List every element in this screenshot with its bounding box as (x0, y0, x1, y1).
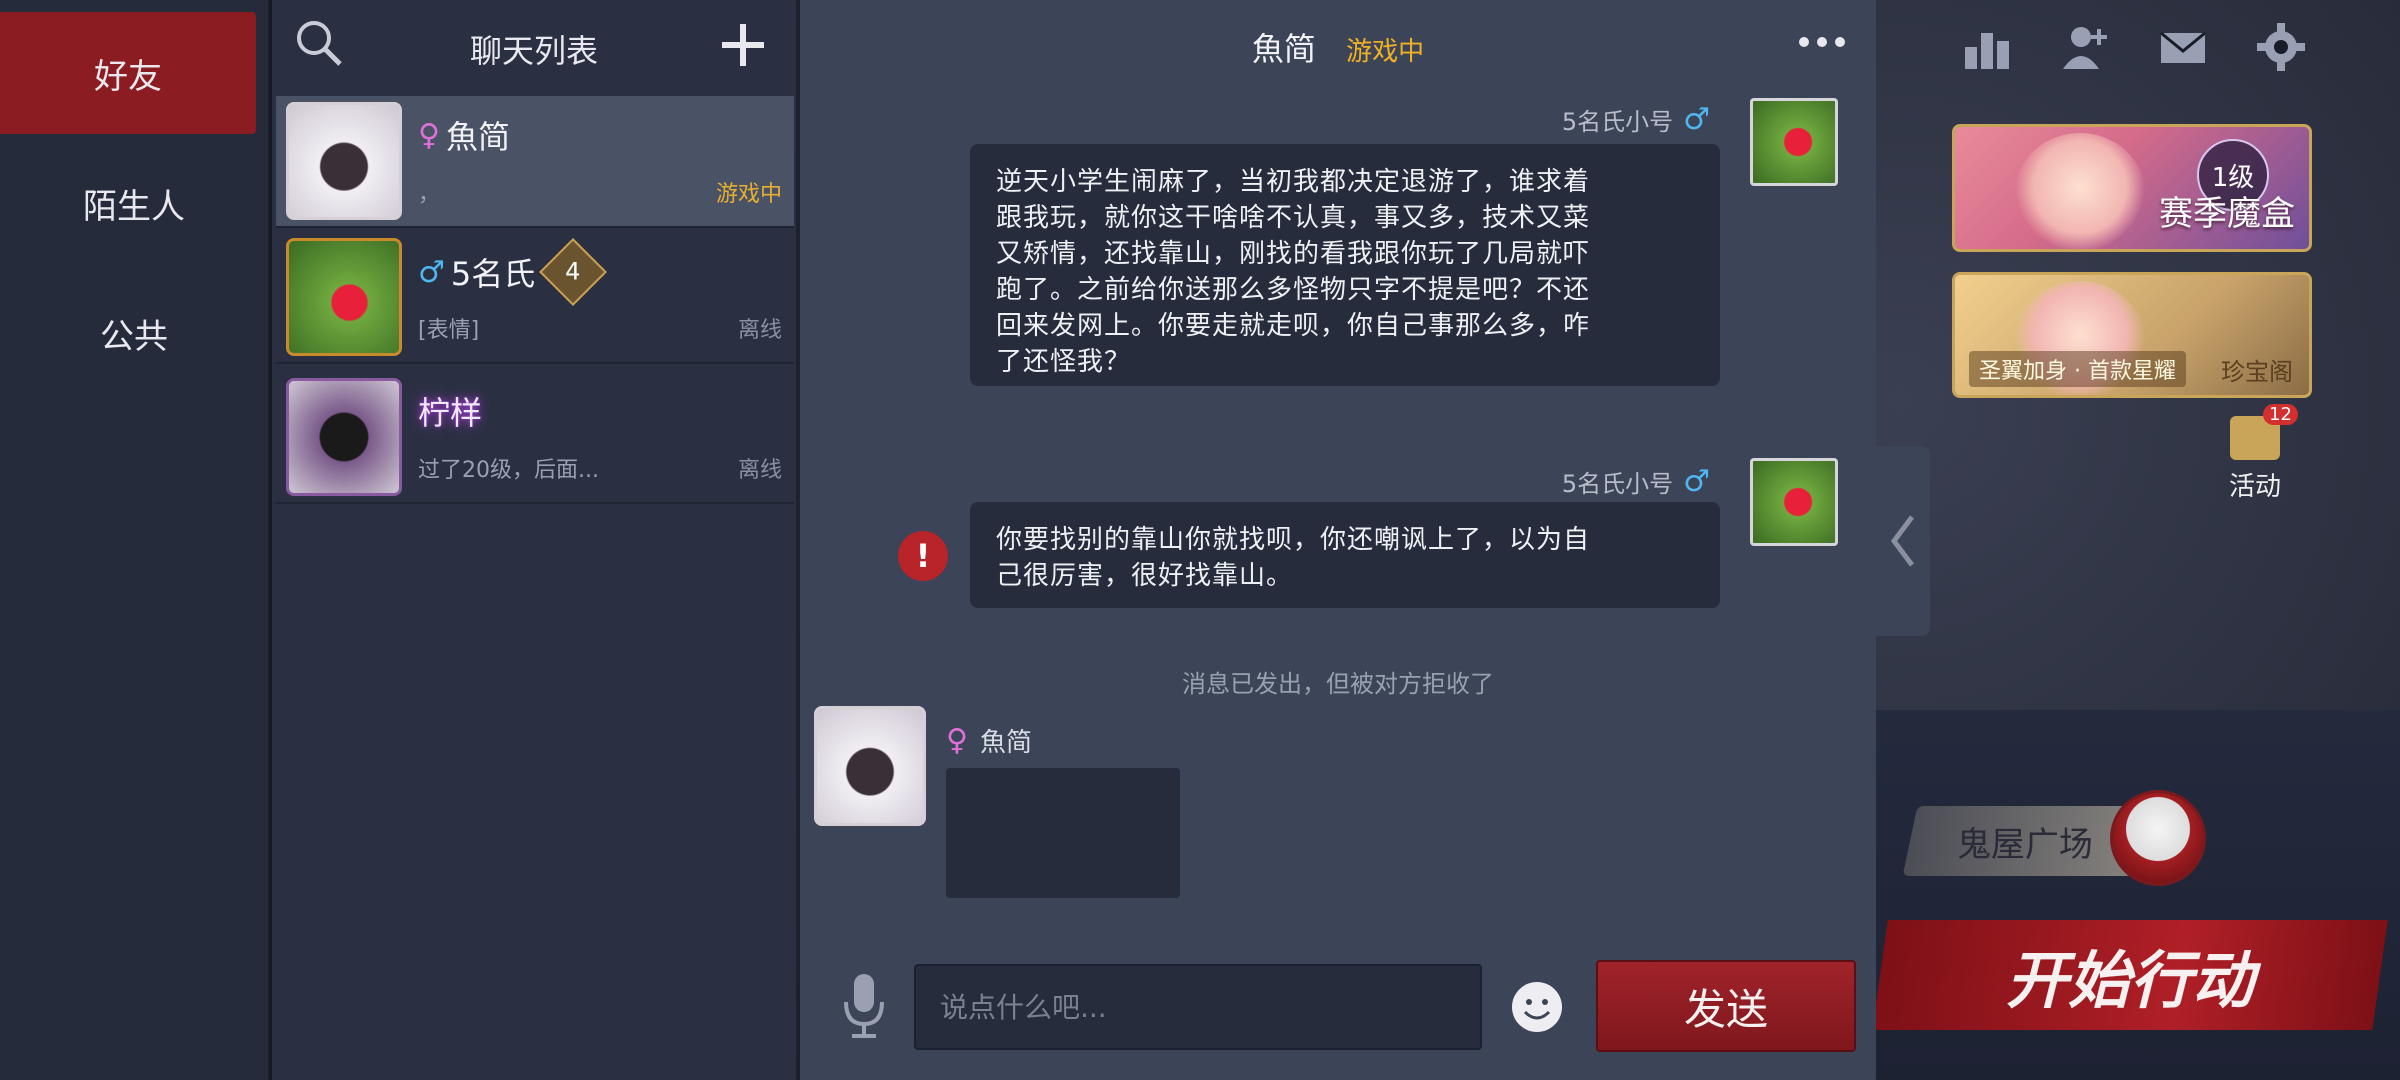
message-input[interactable] (914, 964, 1482, 1050)
send-button[interactable]: 发送 (1596, 960, 1856, 1052)
season-box-label: 赛季魔盒 (2159, 194, 2295, 234)
left-nav: 好友 陌生人 公共 (0, 0, 270, 1080)
chat-title: 魚简 游戏中 (800, 24, 1876, 70)
season-box-card[interactable]: 1级 赛季魔盒 (1952, 124, 2312, 252)
chat-list-header: 聊天列表 (272, 0, 796, 92)
activity-count-badge: 12 (2263, 404, 2298, 425)
friend-last-message: [表情] (418, 318, 480, 343)
friend-status: 离线 (737, 318, 782, 343)
emoji-icon[interactable] (1510, 980, 1564, 1034)
collapse-panel-button[interactable] (1876, 446, 1930, 636)
chat-header: 魚简 游戏中 (800, 0, 1876, 90)
send-failed-icon[interactable]: ! (898, 531, 948, 581)
friend-name: 柠样 (418, 394, 483, 432)
friend-list-item[interactable]: 柠样 过了20级，后面... 离线 (276, 372, 794, 504)
treasure-subtitle: 圣翼加身 · 首款星耀 (1969, 351, 2186, 387)
start-action-button[interactable]: 开始行动 (1872, 920, 2388, 1030)
sender-avatar (1750, 98, 1838, 186)
friend-last-message: ， (418, 182, 441, 207)
chevron-left-icon (1890, 515, 1914, 567)
friend-name: ♂ 5名氏 4 (418, 238, 608, 306)
message-sender: 5名氏小号 ♂ (1561, 102, 1710, 137)
top-icon-bar (1960, 20, 2308, 74)
activity-button[interactable]: 12 活动 (2220, 404, 2298, 503)
chat-peer-name: 魚简 (1251, 30, 1316, 68)
male-icon: ♂ (418, 254, 445, 290)
sender-avatar (1750, 458, 1838, 546)
system-note: 消息已发出，但被对方拒收了 (1182, 670, 1494, 698)
friend-avatar (286, 378, 402, 496)
ranking-icon[interactable] (1960, 20, 2014, 74)
friend-status: 游戏中 (715, 182, 782, 207)
friend-last-message: 过了20级，后面... (418, 458, 599, 483)
microphone-icon[interactable] (842, 970, 886, 1042)
chat-input-bar: 发送 (800, 950, 1876, 1060)
mail-icon[interactable] (2156, 20, 2210, 74)
friend-avatar (286, 102, 402, 220)
chat-list-panel: 聊天列表 ♀ 魚简 ， 游戏中 ♂ 5名氏 4 [表情] 离线 柠样 过了20级… (272, 0, 798, 1080)
friend-name: ♀ 魚简 (418, 117, 510, 157)
chest-icon: 12 (2230, 404, 2298, 460)
chat-peer-state: 游戏中 (1346, 37, 1425, 67)
nav-item-strangers[interactable]: 陌生人 (0, 142, 268, 264)
male-icon: ♂ (1683, 102, 1710, 137)
add-friend-icon[interactable] (2058, 20, 2112, 74)
nav-item-friends[interactable]: 好友 (0, 12, 256, 134)
peer-avatar (814, 706, 926, 826)
nav-item-public[interactable]: 公共 (0, 272, 268, 394)
haunted-plaza-label: 鬼屋广场 (1957, 824, 2093, 865)
more-options-icon[interactable] (1794, 30, 1850, 54)
start-action-label: 开始行动 (2005, 944, 2254, 1017)
friend-list-item[interactable]: ♂ 5名氏 4 [表情] 离线 (276, 232, 794, 364)
activity-label: 活动 (2228, 472, 2281, 502)
friend-status: 离线 (737, 458, 782, 483)
add-icon[interactable] (718, 20, 768, 70)
friend-list-item[interactable]: ♀ 魚简 ， 游戏中 (276, 96, 794, 228)
message-bubble: 你要找别的靠山你就找呗，你还嘲讽上了，以为自 己很厉害，很好找靠山。 (970, 502, 1720, 608)
male-icon: ♂ (1683, 464, 1710, 499)
peer-message-bubble (946, 768, 1180, 898)
season-character-art (2015, 133, 2145, 249)
peer-sender: ♀ 魚简 (946, 723, 1032, 758)
treasure-label: 珍宝阁 (2221, 358, 2293, 386)
female-icon: ♀ (418, 117, 440, 153)
level-badge: 4 (539, 238, 608, 306)
settings-gear-icon[interactable] (2254, 20, 2308, 74)
chat-panel: 魚简 游戏中 5名氏小号 ♂ 逆天小学生闹麻了，当初我都决定退游了，谁求着 跟我… (800, 0, 1876, 1080)
message-sender: 5名氏小号 ♂ (1561, 464, 1710, 499)
treasure-pavilion-card[interactable]: 圣翼加身 · 首款星耀 珍宝阁 (1952, 272, 2312, 398)
ghost-mask-icon (2110, 790, 2206, 886)
message-bubble: 逆天小学生闹麻了，当初我都决定退游了，谁求着 跟我玩，就你这干啥啥不认真，事又多… (970, 144, 1720, 386)
friend-avatar (286, 238, 402, 356)
female-icon: ♀ (946, 723, 968, 758)
